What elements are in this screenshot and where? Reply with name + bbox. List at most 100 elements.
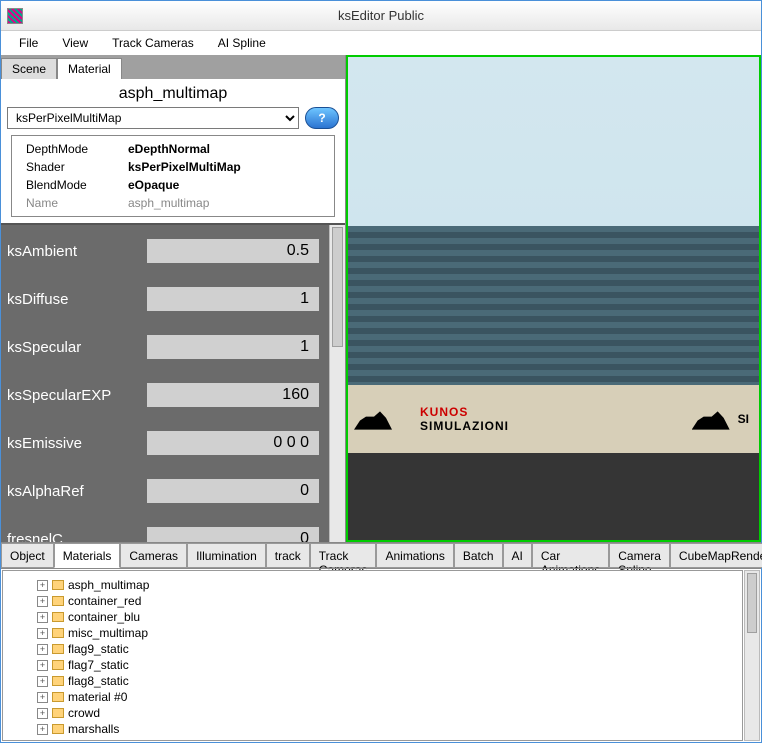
tree-label: flag9_static: [68, 642, 129, 656]
prop-value-input[interactable]: 0: [147, 527, 319, 542]
btab-cubemap-renderer[interactable]: CubeMapRenderer: [670, 543, 762, 568]
prop-label: ksAlphaRef: [7, 483, 147, 500]
scrollbar-thumb[interactable]: [747, 573, 757, 633]
scrollbar-thumb[interactable]: [332, 227, 343, 347]
property-scrollbar[interactable]: [329, 225, 345, 542]
app-icon: [7, 8, 23, 24]
expand-icon[interactable]: +: [37, 660, 48, 671]
tree-item[interactable]: + material #0: [7, 689, 738, 705]
cat-logo-icon: [692, 406, 732, 432]
folder-icon: [52, 740, 64, 741]
help-button[interactable]: ?: [305, 107, 339, 129]
help-icon: ?: [318, 111, 325, 125]
expand-icon[interactable]: +: [37, 580, 48, 591]
menu-view[interactable]: View: [50, 32, 100, 54]
tree-body: + asph_multimap + container_red +container…: [2, 570, 743, 741]
folder-icon: [52, 692, 64, 702]
left-panel: Scene Material asph_multimap ksPerPixelM…: [1, 55, 346, 542]
material-info-box: DepthModeeDepthNormal ShaderksPerPixelMu…: [11, 135, 335, 217]
btab-car-animations[interactable]: Car Animations: [532, 543, 609, 568]
tree-item[interactable]: + misc_alpha_blend: [7, 737, 738, 741]
depthmode-label: DepthMode: [18, 140, 128, 158]
expand-icon[interactable]: +: [37, 628, 48, 639]
btab-track-cameras[interactable]: Track Cameras: [310, 543, 377, 568]
expand-icon[interactable]: +: [37, 692, 48, 703]
tree-label: asph_multimap: [68, 578, 149, 592]
prop-value-input[interactable]: 0.5: [147, 239, 319, 263]
expand-icon[interactable]: +: [37, 612, 48, 623]
folder-icon: [52, 660, 64, 670]
blendmode-value: eOpaque: [128, 176, 179, 194]
prop-label: ksSpecularEXP: [7, 387, 147, 404]
name-label: Name: [18, 194, 128, 212]
folder-icon: [52, 644, 64, 654]
cat-logo-icon: [354, 406, 394, 432]
menu-ai-spline[interactable]: AI Spline: [206, 32, 278, 54]
tree-item[interactable]: + container_red: [7, 593, 738, 609]
tree-label: misc_alpha_blend: [68, 738, 165, 741]
wall-logo: KUNOSSIMULAZIONI: [420, 405, 509, 433]
btab-object[interactable]: Object: [1, 543, 54, 568]
depthmode-value: eDepthNormal: [128, 140, 210, 158]
tree-item[interactable]: + flag8_static: [7, 673, 738, 689]
expand-icon[interactable]: +: [37, 724, 48, 735]
shader-select[interactable]: ksPerPixelMultiMap: [7, 107, 299, 129]
prop-value-input[interactable]: 0: [147, 479, 319, 503]
expand-icon[interactable]: +: [37, 644, 48, 655]
btab-ai[interactable]: AI: [503, 543, 532, 568]
viewport-wall: KUNOSSIMULAZIONI SI: [348, 385, 759, 453]
btab-track[interactable]: track: [266, 543, 310, 568]
tab-material[interactable]: Material: [57, 58, 122, 79]
tree-label: material #0: [68, 690, 127, 704]
expand-icon[interactable]: +: [37, 596, 48, 607]
prop-label: ksDiffuse: [7, 291, 147, 308]
tree-item[interactable]: + marshalls: [7, 721, 738, 737]
btab-batch[interactable]: Batch: [454, 543, 503, 568]
tree-item[interactable]: + flag9_static: [7, 641, 738, 657]
tree-item[interactable]: + crowd: [7, 705, 738, 721]
shader-label: Shader: [18, 158, 128, 176]
tree-item[interactable]: + flag7_static: [7, 657, 738, 673]
btab-camera-spline[interactable]: Camera Spline: [609, 543, 670, 568]
menu-track-cameras[interactable]: Track Cameras: [100, 32, 206, 54]
btab-illumination[interactable]: Illumination: [187, 543, 266, 568]
tree-item[interactable]: + asph_multimap: [7, 577, 738, 593]
expand-icon[interactable]: +: [37, 708, 48, 719]
menubar: File View Track Cameras AI Spline: [1, 31, 761, 55]
folder-icon: [52, 628, 64, 638]
folder-icon: [52, 580, 64, 590]
folder-icon: [52, 612, 64, 622]
prop-value-input[interactable]: 0 0 0: [147, 431, 319, 455]
left-tabs: Scene Material: [1, 55, 345, 79]
prop-value-input[interactable]: 1: [147, 287, 319, 311]
shader-row: ksPerPixelMultiMap ?: [1, 105, 345, 135]
property-list: ksAmbient0.5 ksDiffuse1 ksSpecular1 ksSp…: [1, 223, 345, 542]
prop-label: ksAmbient: [7, 243, 147, 260]
tree-label: crowd: [68, 706, 100, 720]
tree-item[interactable]: + misc_multimap: [7, 625, 738, 641]
tree-label: misc_multimap: [68, 626, 148, 640]
expand-icon[interactable]: +: [37, 740, 48, 742]
titlebar: ksEditor Public: [1, 1, 761, 31]
tree-scrollbar[interactable]: [744, 570, 760, 741]
tree-panel: + asph_multimap + container_red +container…: [1, 568, 761, 742]
tab-scene[interactable]: Scene: [1, 58, 57, 79]
tree-label: flag8_static: [68, 674, 129, 688]
tree-label: container_red: [68, 594, 141, 608]
folder-icon: [52, 596, 64, 606]
menu-file[interactable]: File: [7, 32, 50, 54]
btab-materials[interactable]: Materials: [54, 543, 121, 568]
expand-icon[interactable]: +: [37, 676, 48, 687]
folder-icon: [52, 724, 64, 734]
viewport-3d[interactable]: KUNOSSIMULAZIONI SI: [346, 55, 761, 542]
prop-value-input[interactable]: 1: [147, 335, 319, 359]
tree-item[interactable]: +container_blu: [7, 609, 738, 625]
bottom-tabs: Object Materials Cameras Illumination tr…: [1, 542, 761, 568]
material-name-heading: asph_multimap: [1, 79, 345, 105]
prop-value-input[interactable]: 160: [147, 383, 319, 407]
btab-animations[interactable]: Animations: [376, 543, 453, 568]
wall-logo-right: SI: [738, 412, 749, 426]
tree-label: marshalls: [68, 722, 119, 736]
tree-label: flag7_static: [68, 658, 129, 672]
btab-cameras[interactable]: Cameras: [120, 543, 187, 568]
